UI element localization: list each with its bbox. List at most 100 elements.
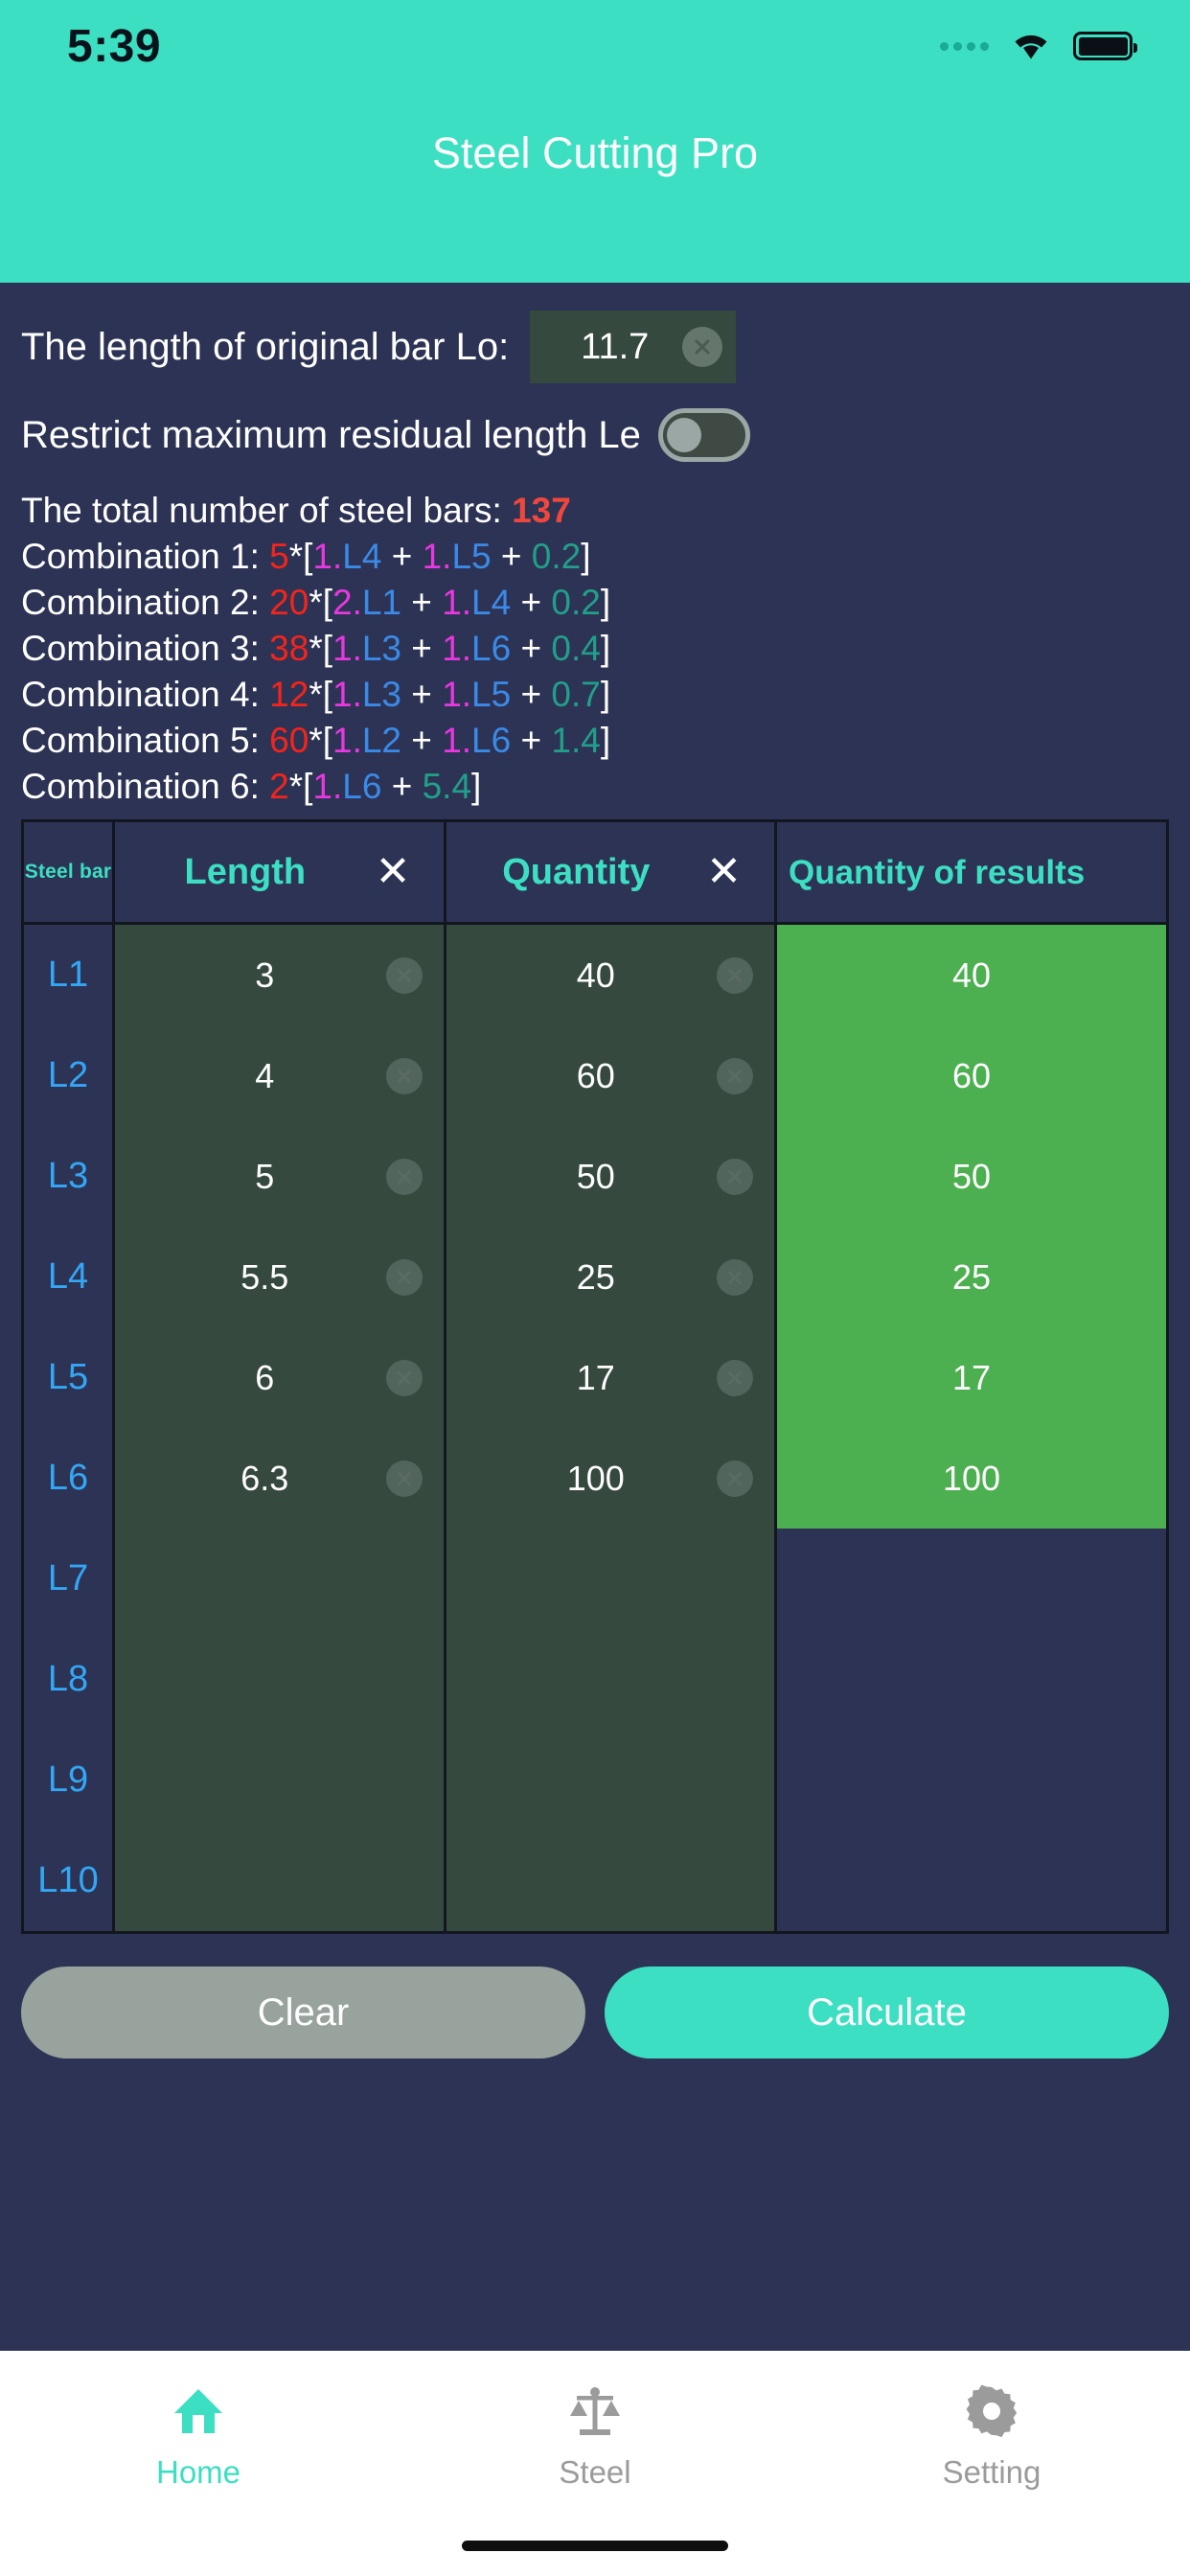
cell-quantity[interactable]: 17: [446, 1327, 774, 1428]
clear-quantity-icon[interactable]: [717, 956, 753, 994]
original-bar-length-field[interactable]: 11.7: [530, 310, 737, 383]
cell-quantity[interactable]: [446, 1830, 774, 1931]
clear-length-icon[interactable]: [385, 956, 423, 994]
combination-coefficient: 1.: [442, 583, 472, 622]
cell-length[interactable]: 5: [115, 1126, 444, 1227]
combination-count: 20: [269, 583, 309, 622]
clear-quantity-icon[interactable]: [717, 1057, 753, 1094]
clear-quantity-icon[interactable]: [717, 1158, 753, 1195]
cell-result: [777, 1529, 1166, 1629]
combination-bracket: ]: [600, 629, 611, 668]
cell-quantity[interactable]: [446, 1730, 774, 1830]
combination-label: Combination 2:: [21, 583, 270, 622]
cell-steel-bar: L4: [24, 1227, 112, 1327]
length-input[interactable]: 5: [115, 1157, 386, 1197]
cell-length[interactable]: 6: [115, 1327, 444, 1428]
quantity-input[interactable]: 100: [446, 1459, 718, 1499]
quantity-input[interactable]: 40: [446, 955, 718, 996]
cell-length[interactable]: 5.5: [115, 1227, 444, 1327]
cell-result: 25: [777, 1227, 1166, 1327]
cell-length[interactable]: [115, 1730, 444, 1830]
clear-quantity-icon[interactable]: [717, 1359, 753, 1396]
cell-length[interactable]: [115, 1529, 444, 1629]
status-indicators: [940, 30, 1137, 62]
calculate-button[interactable]: Calculate: [605, 1966, 1169, 2058]
header-label-steel-bar: Steel bar: [24, 861, 112, 883]
clear-length-icon[interactable]: [385, 1057, 423, 1094]
combination-bar: L5: [451, 537, 492, 576]
combination-coefficient: 2.: [332, 583, 362, 622]
wifi-icon: [1010, 30, 1052, 62]
cell-length[interactable]: 4: [115, 1025, 444, 1126]
combination-line: Combination 6: 2*[1.L6 + 5.4]: [21, 764, 1169, 810]
combination-bracket: ]: [600, 675, 611, 714]
length-input[interactable]: 4: [115, 1056, 386, 1096]
cell-steel-bar: L6: [24, 1428, 112, 1529]
combination-line: Combination 4: 12*[1.L3 + 1.L5 + 0.7]: [21, 672, 1169, 718]
cell-quantity[interactable]: [446, 1629, 774, 1730]
cell-quantity[interactable]: 100: [446, 1428, 774, 1529]
tab-steel[interactable]: Steel: [397, 2383, 793, 2491]
clear-button[interactable]: Clear: [21, 1966, 585, 2058]
clear-length-icon[interactable]: [385, 1359, 423, 1396]
cell-steel-bar: L8: [24, 1629, 112, 1730]
quantity-input[interactable]: 17: [446, 1358, 718, 1398]
combination-list: Combination 1: 5*[1.L4 + 1.L5 + 0.2] Comb…: [21, 534, 1169, 810]
cell-length[interactable]: [115, 1830, 444, 1931]
signal-dots-icon: [940, 41, 989, 51]
bar-label: L4: [47, 1256, 89, 1297]
cell-quantity[interactable]: 60: [446, 1025, 774, 1126]
original-bar-length-input[interactable]: 11.7: [530, 327, 682, 368]
table-row: L5 6 17 17: [24, 1327, 1166, 1428]
restrict-residual-toggle[interactable]: [657, 408, 750, 462]
header-cell-results: Quantity of results: [777, 822, 1166, 922]
header-label-length: Length: [184, 851, 307, 892]
table-row: L10: [24, 1830, 1166, 1931]
header-cell-steel-bar: Steel bar: [24, 822, 112, 922]
quantity-input[interactable]: 50: [446, 1157, 718, 1197]
combination-coefficient: 1.: [312, 767, 343, 806]
clear-quantity-column-x-icon[interactable]: ✕: [706, 851, 774, 893]
result-value: 17: [951, 1357, 992, 1397]
tab-setting[interactable]: Setting: [793, 2383, 1190, 2491]
combination-multiply: *[: [309, 629, 332, 668]
clear-circle-icon[interactable]: [682, 327, 723, 367]
combination-plus: +: [511, 675, 552, 714]
cell-length[interactable]: 6.3: [115, 1428, 444, 1529]
clear-length-column-x-icon[interactable]: ✕: [376, 851, 444, 893]
length-input[interactable]: 3: [115, 955, 386, 996]
clear-length-icon[interactable]: [385, 1460, 423, 1497]
cell-quantity[interactable]: [446, 1529, 774, 1629]
length-input[interactable]: 6: [115, 1358, 386, 1398]
header-cell-length: Length ✕: [115, 822, 444, 922]
quantity-input[interactable]: 25: [446, 1257, 718, 1298]
result-value: 25: [951, 1256, 992, 1297]
tab-home[interactable]: Home: [0, 2383, 397, 2491]
clear-quantity-icon-placeholder: [717, 1662, 753, 1698]
combination-remainder: 5.4: [422, 767, 472, 806]
length-input[interactable]: 5.5: [115, 1257, 386, 1298]
combination-multiply: *[: [309, 583, 332, 622]
clear-quantity-icon[interactable]: [717, 1258, 753, 1296]
restrict-residual-row: Restrict maximum residual length Le: [21, 390, 1169, 480]
cell-quantity[interactable]: 50: [446, 1126, 774, 1227]
cell-length[interactable]: 3: [115, 925, 444, 1025]
cell-quantity[interactable]: 40: [446, 925, 774, 1025]
combination-bracket: ]: [471, 767, 482, 806]
clear-length-icon[interactable]: [385, 1258, 423, 1296]
clear-length-icon[interactable]: [385, 1158, 423, 1195]
combination-remainder: 0.4: [551, 629, 601, 668]
bar-label: L3: [47, 1156, 89, 1196]
combination-bracket: ]: [600, 721, 611, 760]
cell-quantity[interactable]: 25: [446, 1227, 774, 1327]
app-header: 5:39 Steel Cutting Pro: [0, 0, 1190, 283]
length-input[interactable]: 6.3: [115, 1459, 386, 1499]
quantity-input[interactable]: 60: [446, 1056, 718, 1096]
home-indicator: [462, 2541, 728, 2551]
cell-length[interactable]: [115, 1629, 444, 1730]
status-time: 5:39: [67, 20, 162, 72]
clear-quantity-icon[interactable]: [717, 1460, 753, 1497]
table-body: L1 3 40 40 L2 4 60 60 L3 5 50 50 L4 5.5 25 25 L5 6 17 17 L6 6…: [24, 925, 1166, 1931]
combination-multiply: *[: [288, 767, 313, 806]
combination-coefficient: 1.: [442, 675, 472, 714]
